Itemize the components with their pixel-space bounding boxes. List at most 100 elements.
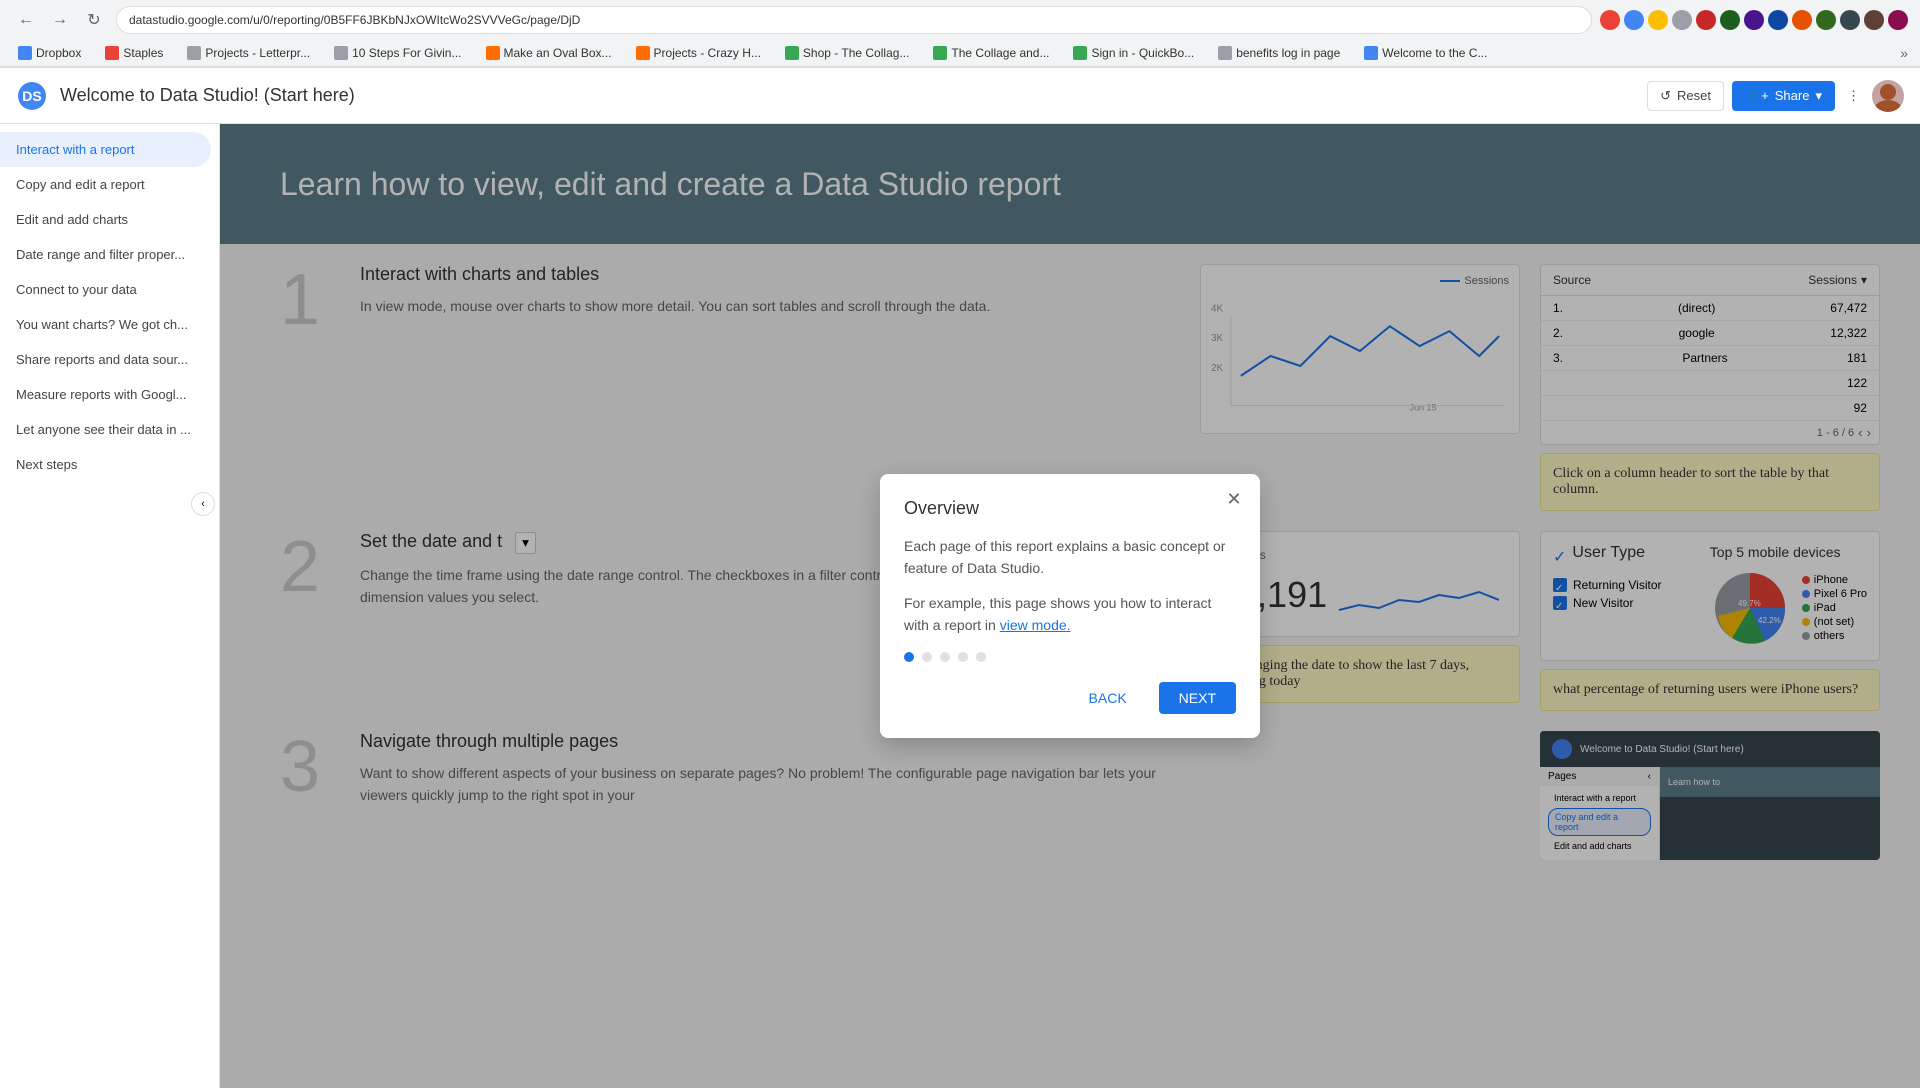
modal-dot-4 — [958, 652, 968, 662]
bookmark-label: Sign in - QuickBo... — [1091, 46, 1194, 60]
modal-next-button[interactable]: NEXT — [1159, 682, 1236, 714]
modal-close-button[interactable]: ✕ — [1220, 486, 1248, 514]
share-button[interactable]: 👤+ Share ▾ — [1732, 81, 1835, 111]
app-header: DS Welcome to Data Studio! (Start here) … — [0, 68, 1920, 124]
welcome-c-icon — [1364, 46, 1378, 60]
address-bar: ← → ↻ datastudio.google.com/u/0/reportin… — [0, 0, 1920, 40]
url-bar[interactable]: datastudio.google.com/u/0/reporting/0B5F… — [116, 6, 1592, 34]
modal-view-mode-link[interactable]: view mode. — [1000, 617, 1071, 633]
bookmark-oval[interactable]: Make an Oval Box... — [480, 44, 618, 62]
sidebar-item-date[interactable]: Date range and filter proper... — [0, 237, 211, 272]
reset-icon: ↺ — [1660, 88, 1671, 104]
sidebar-item-copy[interactable]: Copy and edit a report — [0, 167, 211, 202]
bookmarks-bar: Dropbox Staples Projects - Letterpr... 1… — [0, 40, 1920, 67]
sidebar-item-edit[interactable]: Edit and add charts — [0, 202, 211, 237]
modal-dots — [904, 652, 1236, 662]
sidebar-collapse-button[interactable]: ‹ — [191, 492, 215, 516]
reset-label: Reset — [1677, 88, 1711, 103]
modal-actions: BACK NEXT — [904, 682, 1236, 714]
data-studio-logo: DS — [16, 80, 48, 112]
star-icon — [1648, 10, 1668, 30]
sidebar-item-label: You want charts? We got ch... — [16, 317, 188, 332]
bookmark-label: The Collage and... — [951, 46, 1049, 60]
bookmark-icon — [1624, 10, 1644, 30]
sidebar-item-interact[interactable]: Interact with a report — [0, 132, 211, 167]
reset-button[interactable]: ↺ Reset — [1647, 81, 1724, 111]
modal: Overview ✕ Each page of this report expl… — [880, 474, 1260, 739]
modal-dot-2 — [922, 652, 932, 662]
sidebar-item-charts[interactable]: You want charts? We got ch... — [0, 307, 211, 342]
forward-button[interactable]: → — [46, 6, 74, 34]
sidebar-item-anyone[interactable]: Let anyone see their data in ... — [0, 412, 211, 447]
bookmark-collage[interactable]: The Collage and... — [927, 44, 1055, 62]
chrome-icon — [1600, 10, 1620, 30]
letterpr-icon — [187, 46, 201, 60]
more-options-button[interactable]: ⋮ — [1843, 84, 1864, 108]
share-label: Share — [1775, 88, 1810, 103]
sidebar-item-label: Next steps — [16, 457, 77, 472]
bookmark-label: Projects - Crazy H... — [654, 46, 761, 60]
bookmark-benefits[interactable]: benefits log in page — [1212, 44, 1346, 62]
bookmark-label: Staples — [123, 46, 163, 60]
bookmark-projects-crazy[interactable]: Projects - Crazy H... — [630, 44, 767, 62]
sidebar-item-label: Date range and filter proper... — [16, 247, 185, 262]
bookmark-label: Make an Oval Box... — [504, 46, 612, 60]
modal-dot-1 — [904, 652, 914, 662]
sidebar-item-label: Connect to your data — [16, 282, 137, 297]
ext-icon-5 — [1792, 10, 1812, 30]
bookmark-label: Welcome to the C... — [1382, 46, 1487, 60]
oval-icon — [486, 46, 500, 60]
bookmarks-more[interactable]: » — [1900, 45, 1908, 61]
sidebar-item-label: Let anyone see their data in ... — [16, 422, 191, 437]
bookmark-staples[interactable]: Staples — [99, 44, 169, 62]
bookmark-10steps[interactable]: 10 Steps For Givin... — [328, 44, 467, 62]
share-icon: 👤+ — [1745, 88, 1769, 104]
app-header-left: DS Welcome to Data Studio! (Start here) — [16, 80, 355, 112]
quickbo-icon — [1073, 46, 1087, 60]
crazy-icon — [636, 46, 650, 60]
sidebar-item-label: Measure reports with Googl... — [16, 387, 187, 402]
bookmark-label: Projects - Letterpr... — [205, 46, 310, 60]
pinterest-icon — [1672, 10, 1692, 30]
app-header-right: ↺ Reset 👤+ Share ▾ ⋮ — [1647, 80, 1904, 112]
nav-buttons: ← → ↻ — [12, 6, 108, 34]
benefits-icon — [1218, 46, 1232, 60]
bookmark-dropbox[interactable]: Dropbox — [12, 44, 87, 62]
bookmark-label: Shop - The Collag... — [803, 46, 910, 60]
modal-body: Each page of this report explains a basi… — [904, 535, 1236, 637]
ext-icon-2 — [1720, 10, 1740, 30]
back-button[interactable]: ← — [12, 6, 40, 34]
sidebar: Interact with a report Copy and edit a r… — [0, 124, 220, 1088]
sidebar-collapse-area: ‹ — [0, 482, 219, 526]
modal-dot-5 — [976, 652, 986, 662]
modal-dot-3 — [940, 652, 950, 662]
bookmark-shop-collage[interactable]: Shop - The Collag... — [779, 44, 916, 62]
modal-body-2: For example, this page shows you how to … — [904, 592, 1236, 637]
bookmark-welcome-c[interactable]: Welcome to the C... — [1358, 44, 1493, 62]
content-area: Learn how to view, edit and create a Dat… — [220, 124, 1920, 1088]
collage-icon — [933, 46, 947, 60]
modal-back-button[interactable]: BACK — [1069, 682, 1147, 714]
sidebar-item-measure[interactable]: Measure reports with Googl... — [0, 377, 211, 412]
ext-icon-7 — [1840, 10, 1860, 30]
staples-icon — [105, 46, 119, 60]
sidebar-item-share[interactable]: Share reports and data sour... — [0, 342, 211, 377]
reload-button[interactable]: ↻ — [80, 6, 108, 34]
ext-icon-6 — [1816, 10, 1836, 30]
ext-icon-1 — [1696, 10, 1716, 30]
modal-body-1: Each page of this report explains a basi… — [904, 535, 1236, 580]
bookmark-projects-letter[interactable]: Projects - Letterpr... — [181, 44, 316, 62]
bookmark-label: benefits log in page — [1236, 46, 1340, 60]
modal-overlay[interactable]: Overview ✕ Each page of this report expl… — [220, 124, 1920, 1088]
share-chevron-icon: ▾ — [1815, 88, 1822, 104]
dropbox-icon — [18, 46, 32, 60]
bookmark-quickbo[interactable]: Sign in - QuickBo... — [1067, 44, 1200, 62]
avatar[interactable] — [1872, 80, 1904, 112]
sidebar-item-next[interactable]: Next steps — [0, 447, 211, 482]
sidebar-item-label: Edit and add charts — [16, 212, 128, 227]
sidebar-item-label: Copy and edit a report — [16, 177, 145, 192]
profile-icon[interactable] — [1888, 10, 1908, 30]
sidebar-item-connect[interactable]: Connect to your data — [0, 272, 211, 307]
ext-icon-8 — [1864, 10, 1884, 30]
sidebar-item-label: Interact with a report — [16, 142, 135, 157]
